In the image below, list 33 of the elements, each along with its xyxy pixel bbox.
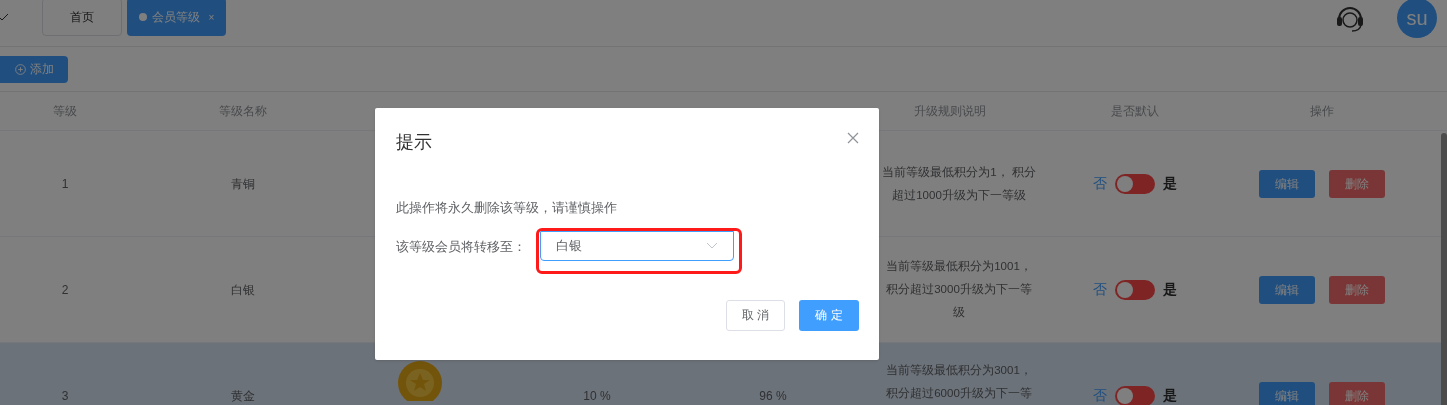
table-cell-text: 3 [61,387,69,405]
delete-button[interactable]: 删除 [1328,381,1385,405]
switch-label: 是 [1163,280,1177,299]
table-cell-text: 1 [61,175,69,193]
edit-button[interactable]: 编辑 [1258,169,1315,198]
table-cell-text: 96 % [759,387,787,405]
table-cell-text: 2 [61,281,69,299]
table-cell-text: 当前等级最低积分为1001，积分超过3000升级为下一等级 [885,259,1033,320]
table-cell-text: 青铜 [231,175,255,193]
delete-button[interactable]: 删除 [1328,169,1385,198]
add-button[interactable]: 添加 [0,55,68,83]
edit-button[interactable]: 编辑 [1258,275,1315,304]
table-cell-text: 10 % [583,387,611,405]
switch-label: 是 [1163,174,1177,193]
field-label: 该等级会员将转移至： [396,237,526,256]
dialog-message: 此操作将永久删除该等级，请谨慎操作 [396,199,618,217]
dialog-title: 提示 [396,131,432,154]
table-cell-text: 当前等级最低积分为1， 积分超过1000升级为下一等级 [882,164,1036,203]
close-icon[interactable]: × [208,9,215,25]
table-cell-text: 黄金 [231,387,255,405]
select-field[interactable]: 白银 [540,230,734,261]
tab[interactable]: 会员等级 × [127,0,226,36]
switch-label: 是 [1163,386,1177,405]
table-cell-text: 白银 [231,281,255,299]
tab[interactable]: 首页 [42,0,122,36]
switch-label: 否 [1093,280,1107,299]
edit-button[interactable]: 编辑 [1258,381,1315,405]
switch-label: 否 [1093,174,1107,193]
confirm-button[interactable]: 确 定 [799,299,859,331]
switch-label: 否 [1093,386,1107,405]
cancel-button[interactable]: 取 消 [726,299,785,331]
delete-button[interactable]: 删除 [1328,275,1385,304]
user-avatar[interactable]: su [1397,0,1437,38]
